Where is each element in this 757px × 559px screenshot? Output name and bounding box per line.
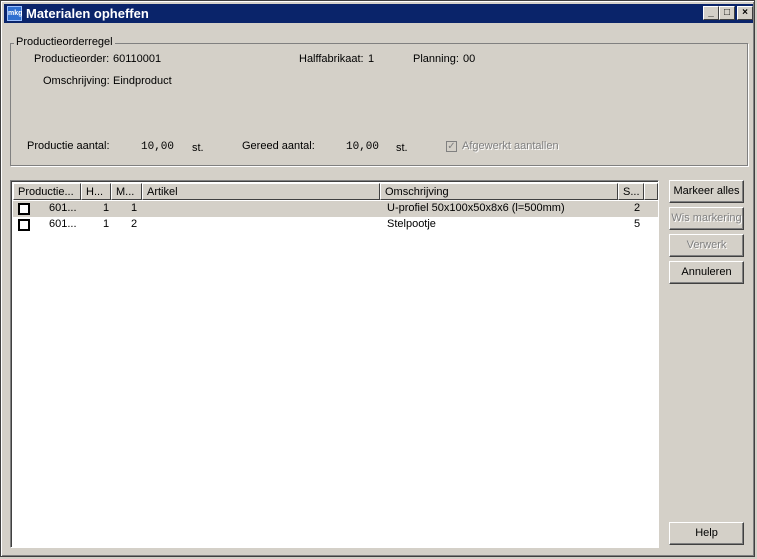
gereed-aantal-label: Gereed aantal: [242, 140, 315, 152]
close-icon: × [742, 7, 748, 18]
productie-aantal-value: 10,00 [141, 141, 175, 153]
afgewerkt-label: Afgewerkt aantallen [462, 140, 559, 152]
col-header-productie[interactable]: Productie... [13, 183, 81, 200]
table-row[interactable]: 601... 1 1 U-profiel 50x100x50x8x6 (l=50… [13, 201, 658, 217]
mkg-app-icon: mkg [7, 6, 22, 21]
cell-s: 2 [634, 202, 641, 214]
omschrijving-label: Omschrijving: [43, 75, 110, 87]
gereed-aantal-unit: st. [396, 142, 408, 154]
dialog-window: mkg Materialen opheffen _ □ × Productieo… [0, 0, 755, 557]
row-checkbox[interactable] [18, 203, 30, 215]
afgewerkt-checkbox: ✓ [446, 141, 457, 152]
cell-productie: 601... [49, 202, 77, 214]
window-title: Materialen opheffen [26, 6, 149, 21]
cell-productie: 601... [49, 218, 77, 230]
cell-omschrijving: Stelpootje [387, 218, 436, 230]
planning-value: 00 [463, 53, 476, 65]
maximize-button[interactable]: □ [719, 6, 735, 20]
markeer-alles-button[interactable]: Markeer alles [669, 180, 744, 203]
maximize-icon: □ [723, 7, 731, 18]
annuleren-button[interactable]: Annuleren [669, 261, 744, 284]
productie-aantal-unit: st. [192, 142, 204, 154]
checkmark-icon: ✓ [447, 141, 456, 152]
cell-m: 2 [131, 218, 138, 230]
row-checkbox[interactable] [18, 219, 30, 231]
omschrijving-value: Eindproduct [113, 75, 172, 87]
cell-h: 1 [103, 202, 110, 214]
help-button[interactable]: Help [669, 522, 744, 545]
productieorder-label: Productieorder: [34, 53, 110, 65]
gereed-aantal-value: 10,00 [346, 141, 380, 153]
col-header-filler [644, 183, 658, 200]
halffabrikaat-value: 1 [368, 53, 375, 65]
table-row[interactable]: 601... 1 2 Stelpootje 5 [13, 217, 658, 233]
cell-s: 5 [634, 218, 641, 230]
group-label: Productieorderregel [14, 36, 115, 48]
minimize-icon: _ [708, 7, 714, 18]
productieorder-value: 60110001 [113, 53, 162, 65]
close-button[interactable]: × [737, 6, 753, 20]
wis-markering-button[interactable]: Wis markering [669, 207, 744, 230]
halffabrikaat-label: Halffabrikaat: [299, 53, 364, 65]
col-header-omschrijving[interactable]: Omschrijving [380, 183, 618, 200]
cell-omschrijving: U-profiel 50x100x50x8x6 (l=500mm) [387, 202, 565, 214]
col-header-artikel[interactable]: Artikel [142, 183, 380, 200]
productie-aantal-label: Productie aantal: [27, 140, 110, 152]
planning-label: Planning: [413, 53, 459, 65]
col-header-m[interactable]: M... [111, 183, 142, 200]
col-header-h[interactable]: H... [81, 183, 111, 200]
verwerk-button[interactable]: Verwerk [669, 234, 744, 257]
cell-h: 1 [103, 218, 110, 230]
title-bar[interactable]: mkg Materialen opheffen _ □ × [4, 4, 753, 23]
materials-list[interactable]: Productie... H... M... Artikel Omschrijv… [10, 180, 659, 548]
minimize-button[interactable]: _ [703, 6, 719, 20]
col-header-s[interactable]: S... [618, 183, 644, 200]
cell-m: 1 [131, 202, 138, 214]
